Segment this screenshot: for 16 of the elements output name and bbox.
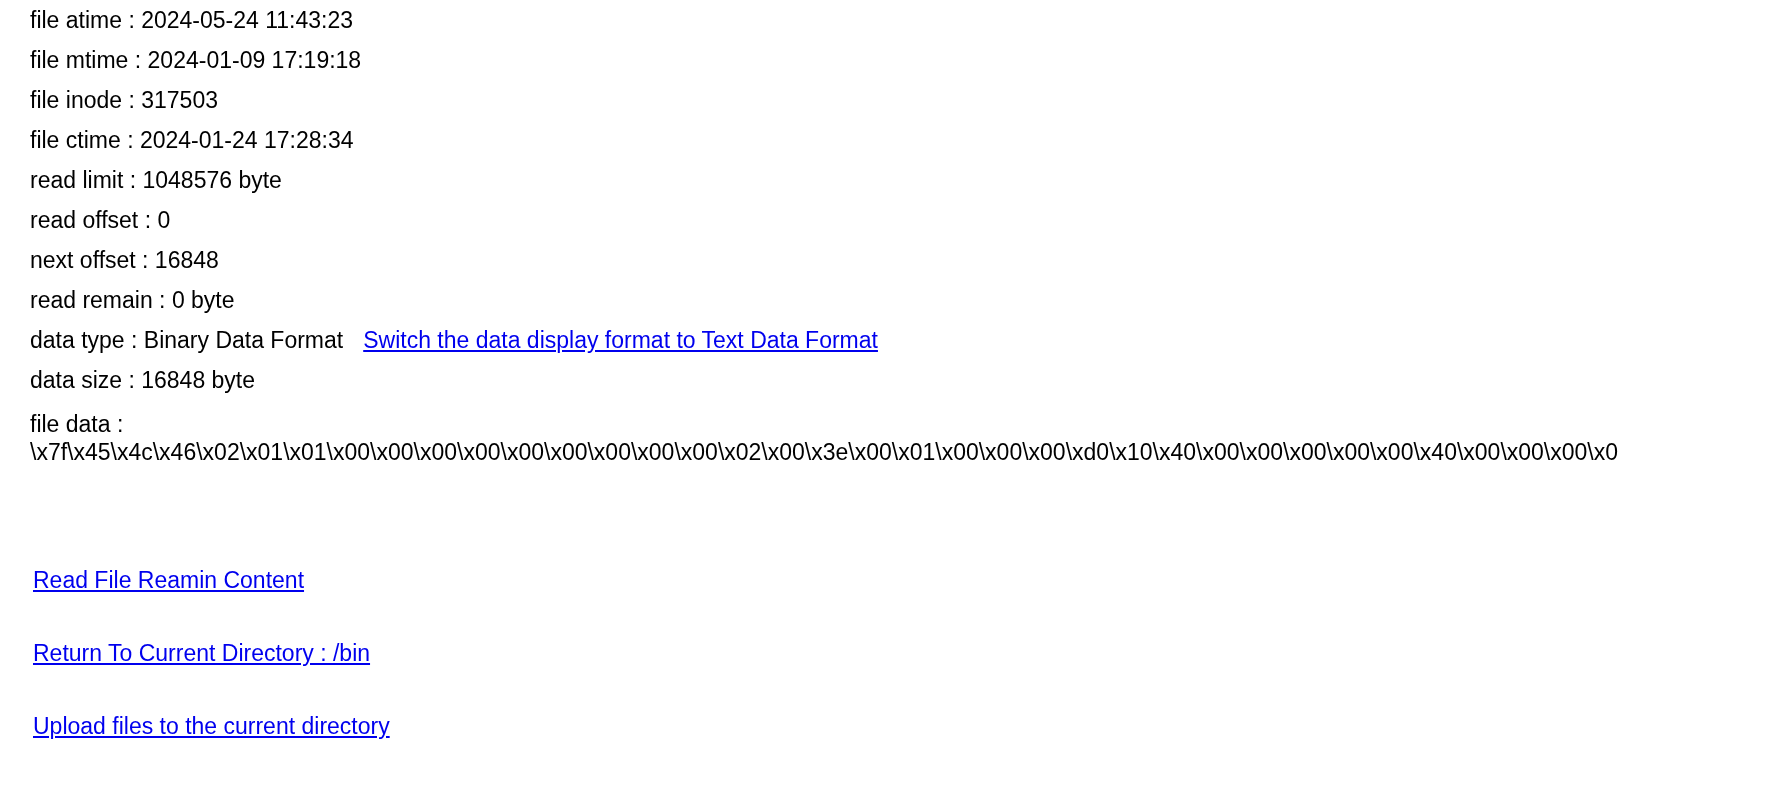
info-text: data size : 16848 byte: [30, 365, 256, 395]
nav-link[interactable]: Return To Current Directory : /bin: [33, 639, 371, 667]
switch-format-link[interactable]: Switch the data display format to Text Data Format: [363, 322, 878, 358]
info-text: file inode : 317503: [30, 85, 218, 115]
info-text: read remain : 0 byte: [30, 285, 235, 315]
info-text: read limit : 1048576 byte: [30, 165, 282, 195]
info-text: data type : Binary Data Format: [30, 325, 344, 355]
file-data-label: file data :: [30, 410, 124, 438]
info-text: file ctime : 2024-01-24 17:28:34: [30, 125, 354, 155]
nav-link[interactable]: Upload files to the current directory: [33, 712, 390, 740]
info-text: file atime : 2024-05-24 11:43:23: [30, 5, 354, 35]
nav-link[interactable]: Read File Reamin Content: [33, 566, 305, 594]
info-text: file mtime : 2024-01-09 17:19:18: [30, 45, 362, 75]
file-data-value: \x7f\x45\x4c\x46\x02\x01\x01\x00\x00\x00\x00\x00\x00\x00\x00\x00\x02\x00\x3e\x00\x01\x00\x00\x00\xd0\x10\x40\x00\x00\x00\x00\x00\x40\x00\x00\x00\x0: [30, 438, 1619, 466]
info-text: next offset : 16848: [30, 245, 219, 275]
info-text: read offset : 0: [30, 205, 171, 235]
